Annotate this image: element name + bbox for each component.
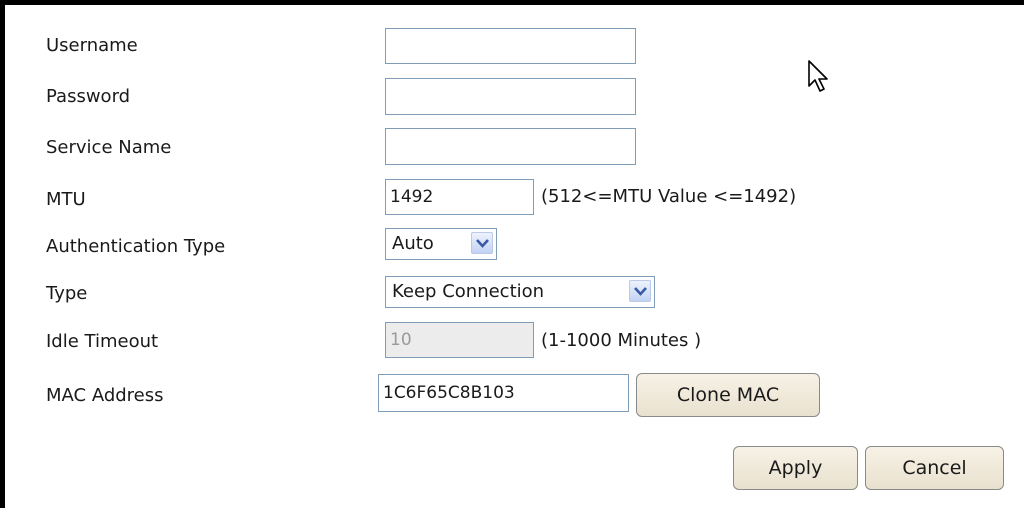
authentication-type-value: Auto — [392, 233, 434, 254]
idle-timeout-hint: (1-1000 Minutes ) — [541, 330, 702, 351]
chevron-down-icon[interactable] — [471, 232, 493, 254]
authentication-type-label: Authentication Type — [46, 236, 226, 257]
apply-button[interactable]: Apply — [733, 446, 858, 490]
password-label: Password — [46, 86, 131, 107]
mtu-range-hint: (512<=MTU Value <=1492) — [541, 186, 797, 207]
idle-timeout-input — [385, 322, 534, 358]
mtu-label: MTU — [46, 189, 86, 210]
mac-address-label: MAC Address — [46, 385, 164, 406]
window-border-top — [0, 0, 1024, 5]
authentication-type-select[interactable]: Auto — [385, 228, 497, 260]
clone-mac-button[interactable]: Clone MAC — [636, 373, 820, 417]
mac-address-input[interactable] — [378, 374, 629, 412]
cancel-button[interactable]: Cancel — [865, 446, 1004, 490]
username-input[interactable] — [385, 28, 636, 64]
idle-timeout-label: Idle Timeout — [46, 331, 159, 352]
service-name-label: Service Name — [46, 137, 172, 158]
window-border-left — [0, 0, 5, 508]
type-value: Keep Connection — [392, 281, 545, 302]
mtu-input[interactable] — [385, 179, 534, 215]
chevron-down-icon[interactable] — [629, 280, 651, 302]
type-label: Type — [46, 283, 88, 304]
password-input[interactable] — [385, 78, 636, 115]
service-name-input[interactable] — [385, 128, 636, 165]
mouse-cursor-icon — [808, 60, 830, 99]
username-label: Username — [46, 35, 138, 56]
type-select[interactable]: Keep Connection — [385, 276, 655, 308]
